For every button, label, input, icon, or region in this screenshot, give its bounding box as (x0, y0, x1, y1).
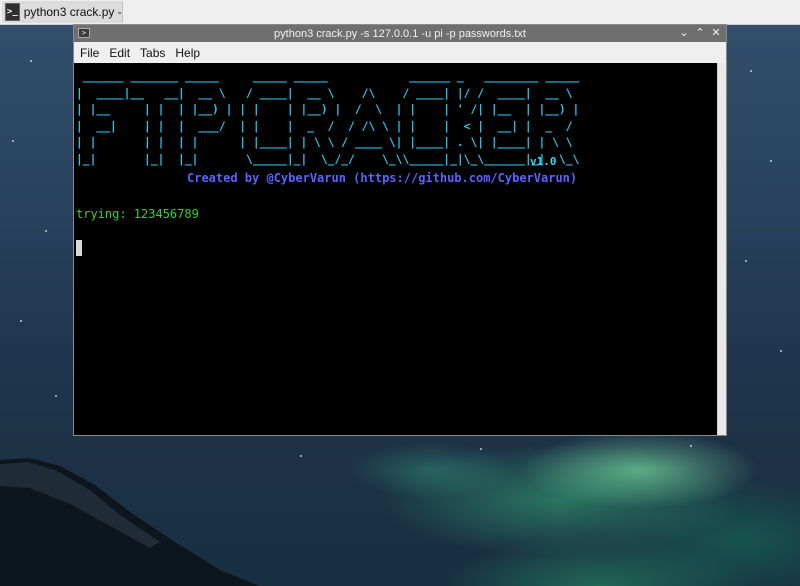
credit-line: Created by @CyberVarun (https://github.c… (187, 171, 578, 185)
window-titlebar[interactable]: > python3 crack.py -s 127.0.0.1 -u pi -p… (74, 25, 726, 42)
maximize-button[interactable]: ⌃ (694, 26, 706, 40)
menu-help[interactable]: Help (170, 46, 205, 60)
star (12, 140, 14, 142)
close-button[interactable]: ✕ (710, 26, 722, 40)
window-title: python3 crack.py -s 127.0.0.1 -u pi -p p… (274, 27, 526, 40)
trying-line: trying: 123456789 (76, 207, 199, 221)
taskbar-terminal-button[interactable]: >_ python3 crack.py -s 1... (2, 1, 123, 23)
star (45, 230, 47, 232)
terminal-scrollbar[interactable] (717, 63, 726, 435)
star (30, 60, 32, 62)
terminal-output[interactable]: ______ _______ _____ _____ _____ ______ … (74, 63, 717, 435)
star (300, 455, 302, 457)
menu-bar: File Edit Tabs Help (74, 42, 726, 64)
menu-file[interactable]: File (74, 46, 104, 60)
star (55, 395, 57, 397)
menu-tabs[interactable]: Tabs (135, 46, 170, 60)
taskbar-task-label: python3 crack.py -s 1... (23, 5, 122, 19)
star (480, 448, 482, 450)
window-controls: ⌄ ⌃ ✕ (678, 26, 722, 40)
taskbar: >_ python3 crack.py -s 1... (0, 0, 800, 25)
star (750, 70, 752, 72)
menu-edit[interactable]: Edit (104, 46, 135, 60)
mountain-silhouette (0, 458, 260, 586)
terminal-window: > python3 crack.py -s 127.0.0.1 -u pi -p… (73, 24, 727, 436)
star (770, 160, 772, 162)
star (780, 350, 782, 352)
version-label: v1.0 (530, 155, 557, 168)
terminal-icon: >_ (5, 3, 20, 21)
text-cursor (76, 240, 82, 256)
star (690, 445, 692, 447)
terminal-icon: > (78, 28, 90, 38)
star (745, 260, 747, 262)
star (20, 320, 22, 322)
minimize-button[interactable]: ⌄ (678, 26, 690, 40)
ascii-banner: ______ _______ _____ _____ _____ ______ … (76, 70, 580, 166)
